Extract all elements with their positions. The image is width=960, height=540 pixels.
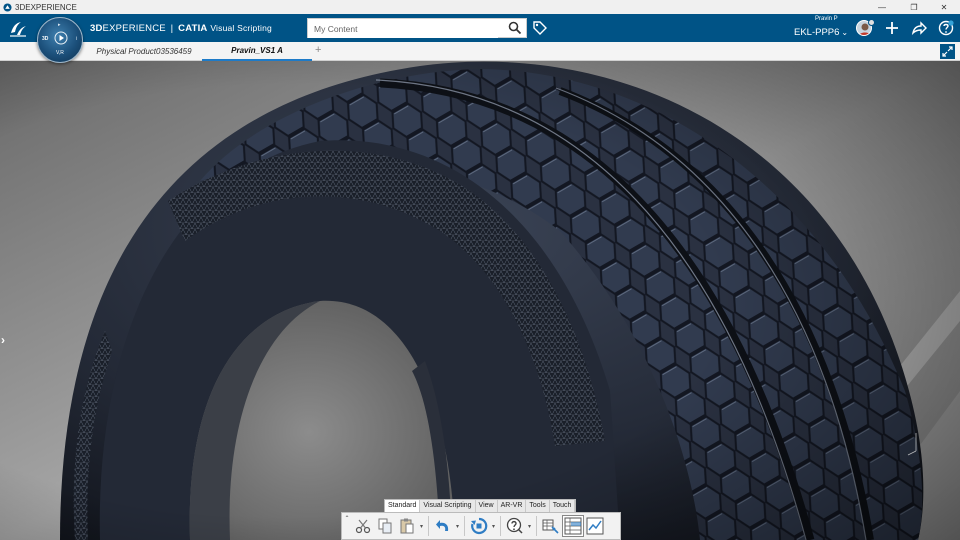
tenant-selector[interactable]: EKL-PPP6 ⌄ <box>794 27 848 38</box>
knowledge-table-icon[interactable] <box>562 515 584 537</box>
3ds-app-icon <box>3 2 12 12</box>
cut-icon[interactable] <box>352 515 374 537</box>
action-separator <box>500 516 501 536</box>
paste-icon[interactable] <box>396 515 418 537</box>
brand-prefix: 3D <box>90 23 103 34</box>
undo-icon[interactable] <box>432 515 454 537</box>
compass-north[interactable]: ▸ <box>58 22 61 28</box>
notification-badge <box>868 19 875 26</box>
add-tab-button[interactable]: + <box>315 44 321 56</box>
compass-3d-label[interactable]: 3D <box>42 36 48 42</box>
paste-dropdown-icon[interactable]: ▾ <box>418 523 425 530</box>
brand-separator: | <box>170 23 174 34</box>
copy-icon[interactable] <box>374 515 396 537</box>
action-separator <box>428 516 429 536</box>
minimize-icon[interactable]: — <box>868 0 896 14</box>
app-window: 3DEXPERIENCE — ❐ ✕ 3DEXPERIENCE | CATIA … <box>0 0 960 540</box>
chevron-down-icon: ⌄ <box>841 28 849 37</box>
design-table-icon[interactable] <box>540 515 562 537</box>
3d-viewport[interactable]: › <box>0 61 960 540</box>
user-name: Pravin P <box>815 16 838 22</box>
action-bar-tabs: Standard Visual Scripting View AR-VR Too… <box>384 499 577 512</box>
tag-icon[interactable] <box>532 20 548 36</box>
ds-logo-icon[interactable] <box>7 18 29 40</box>
tab-standard[interactable]: Standard <box>385 500 421 512</box>
search-input[interactable] <box>308 20 498 38</box>
compass-vr-label[interactable]: V,R <box>56 50 64 56</box>
plot-icon[interactable] <box>584 515 606 537</box>
action-bar: ⌃ ▾ ▾ ▾ ▾ <box>341 512 621 540</box>
help-icon-top[interactable] <box>938 20 954 36</box>
tire-model[interactable] <box>0 61 960 540</box>
tab-physical-product[interactable]: Physical Product03536459 <box>88 42 200 61</box>
tab-view[interactable]: View <box>476 500 498 512</box>
window-title: 3DEXPERIENCE <box>15 2 77 12</box>
add-icon[interactable] <box>884 20 900 36</box>
brand-app: Visual Scripting <box>210 23 272 33</box>
close-icon[interactable]: ✕ <box>930 0 958 14</box>
brand-product: CATIA <box>178 23 208 34</box>
os-title-bar: 3DEXPERIENCE — ❐ ✕ <box>0 0 960 14</box>
search-box <box>307 18 527 38</box>
tab-visual-scripting[interactable]: Visual Scripting <box>420 500 476 512</box>
search-icon[interactable] <box>508 21 522 35</box>
expand-icon[interactable] <box>940 44 955 59</box>
action-separator <box>464 516 465 536</box>
play-icon[interactable] <box>54 31 68 45</box>
document-tab-bar: Physical Product03536459 Pravin_VS1 A + <box>0 42 960 61</box>
tab-ar-vr[interactable]: AR-VR <box>498 500 527 512</box>
brand-title: 3DEXPERIENCE | CATIA Visual Scripting <box>90 23 272 34</box>
help-icon[interactable] <box>504 515 526 537</box>
tenant-label: EKL-PPP6 <box>794 27 840 38</box>
restore-icon[interactable]: ❐ <box>900 0 928 14</box>
share-icon[interactable] <box>911 20 927 36</box>
tab-tools[interactable]: Tools <box>526 500 550 512</box>
collapse-action-bar-icon[interactable]: ⌃ <box>342 512 352 540</box>
top-bar: 3DEXPERIENCE | CATIA Visual Scripting Pr… <box>0 14 960 42</box>
compass-widget[interactable]: ▸ 3D i V,R <box>37 17 83 63</box>
undo-dropdown-icon[interactable]: ▾ <box>454 523 461 530</box>
tab-pravin-vs1[interactable]: Pravin_VS1 A <box>202 42 312 61</box>
tab-touch[interactable]: Touch <box>550 500 576 512</box>
help-dropdown-icon[interactable]: ▾ <box>526 523 533 530</box>
brand-experience: EXPERIENCE <box>102 23 166 34</box>
update-dropdown-icon[interactable]: ▾ <box>490 523 497 530</box>
compass-info[interactable]: i <box>76 36 77 42</box>
expand-tree-arrow[interactable]: › <box>1 333 5 347</box>
action-separator <box>536 516 537 536</box>
update-icon[interactable] <box>468 515 490 537</box>
